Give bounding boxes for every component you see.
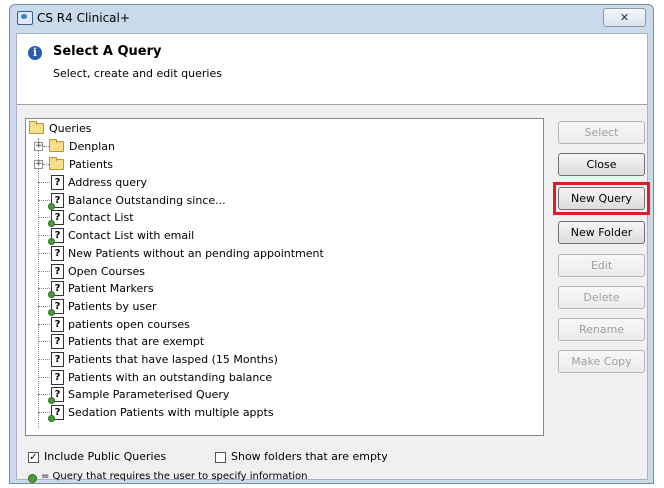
header-subtitle: Select, create and edit queries (53, 67, 222, 80)
tree-root-label: Queries (49, 122, 92, 135)
tree-connector (38, 200, 50, 201)
folder-icon (49, 157, 64, 170)
expand-icon[interactable]: + (34, 160, 43, 169)
tree-connector (38, 324, 50, 325)
title-bar: CS R4 Clinical+ ✕ (10, 5, 653, 31)
rename-button[interactable]: Rename (558, 318, 645, 341)
query-label: Sedation Patients with multiple appts (68, 406, 274, 419)
show-empty-folders-label[interactable]: Show folders that are empty (231, 450, 388, 463)
query-icon: ? (51, 264, 64, 279)
query-tree[interactable]: Queries + Denplan + Patients ? Address qu… (25, 118, 544, 436)
window-title: CS R4 Clinical+ (37, 11, 130, 25)
query-label: Sample Parameterised Query (68, 388, 230, 401)
tree-connector (38, 306, 50, 307)
parameter-marker-icon (48, 291, 55, 298)
edit-button[interactable]: Edit (558, 254, 645, 277)
query-label: Patients by user (68, 300, 157, 313)
query-icon: ? (51, 317, 64, 332)
include-public-label[interactable]: Include Public Queries (44, 450, 166, 463)
make-copy-button[interactable]: Make Copy (558, 350, 645, 373)
query-label: Address query (68, 176, 148, 189)
query-icon: ? (51, 334, 64, 349)
expand-icon[interactable]: + (34, 142, 43, 151)
info-icon: i (28, 46, 42, 60)
tree-connector (38, 235, 50, 236)
app-icon (17, 11, 33, 25)
tree-connector (38, 359, 50, 360)
new-query-highlight (553, 182, 650, 215)
parameter-marker-icon (48, 238, 55, 245)
query-icon: ? (48, 387, 64, 404)
tree-connector (38, 377, 50, 378)
parameter-marker-icon (28, 474, 37, 483)
close-window-button[interactable]: ✕ (603, 8, 646, 27)
dialog-header: i Select A Query Select, create and edit… (17, 34, 647, 105)
folder-icon (49, 139, 64, 152)
include-public-checkbox[interactable]: ✓ (28, 452, 39, 463)
query-label: Balance Outstanding since... (68, 194, 226, 207)
tree-connector (38, 217, 50, 218)
query-label: Patients that have lasped (15 Months) (68, 353, 278, 366)
tree-connector (38, 288, 50, 289)
select-button[interactable]: Select (558, 121, 645, 144)
header-title: Select A Query (53, 44, 162, 59)
tree-connector (38, 182, 50, 183)
query-label: Patients with an outstanding balance (68, 371, 273, 384)
parameter-marker-icon (48, 203, 55, 210)
tree-connector (38, 271, 50, 272)
query-icon: ? (48, 299, 64, 316)
dialog-client: i Select A Query Select, create and edit… (16, 33, 650, 483)
parameter-marker-icon (48, 397, 55, 404)
new-folder-button[interactable]: New Folder (558, 221, 645, 244)
show-empty-folders-checkbox[interactable] (215, 452, 226, 463)
folder-label: Patients (69, 158, 114, 171)
folder-open-icon (29, 121, 44, 134)
query-label: patients open courses (68, 318, 190, 331)
query-label: Patients that are exempt (68, 335, 205, 348)
parameter-marker-icon (48, 309, 55, 316)
query-icon: ? (48, 193, 64, 210)
legend-text: = Query that requires the user to specif… (41, 471, 308, 482)
tree-connector (38, 412, 50, 413)
query-label: Contact List (68, 211, 134, 224)
close-button[interactable]: Close (558, 153, 645, 176)
folder-label: Denplan (69, 140, 115, 153)
query-icon: ? (51, 175, 64, 190)
query-icon: ? (48, 405, 64, 422)
tree-connector (38, 394, 50, 395)
query-icon: ? (48, 281, 64, 298)
delete-button[interactable]: Delete (558, 286, 645, 309)
query-icon: ? (48, 228, 64, 245)
query-label: Contact List with email (68, 229, 195, 242)
parameter-marker-icon (48, 220, 55, 227)
query-label: New Patients without an pending appointm… (68, 247, 324, 260)
query-icon: ? (51, 246, 64, 261)
query-label: Patient Markers (68, 282, 154, 295)
query-label: Open Courses (68, 265, 146, 278)
query-icon: ? (48, 210, 64, 227)
tree-connector (38, 341, 50, 342)
parameter-marker-icon (48, 415, 55, 422)
query-icon: ? (51, 370, 64, 385)
query-icon: ? (51, 352, 64, 367)
dialog-window: CS R4 Clinical+ ✕ i Select A Query Selec… (9, 4, 654, 484)
tree-connector (38, 253, 50, 254)
